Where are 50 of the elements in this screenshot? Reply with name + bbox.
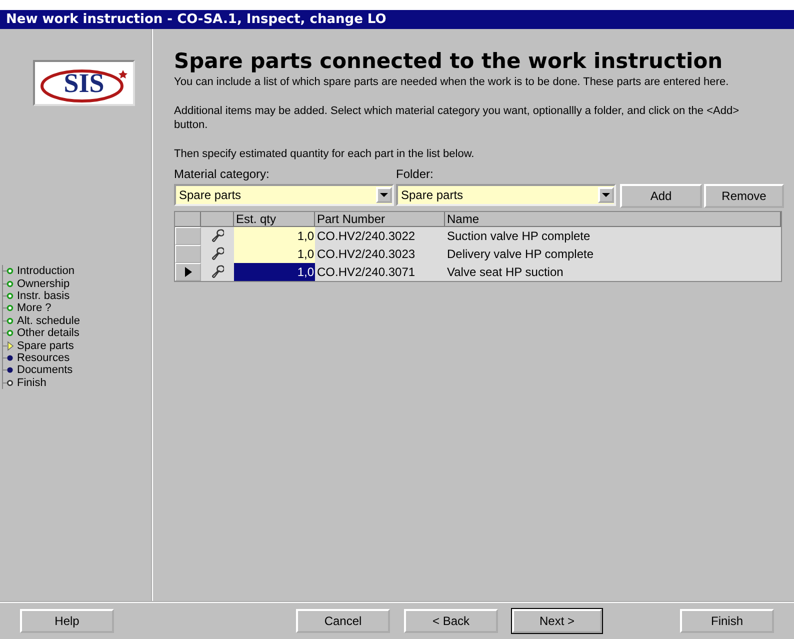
logo: SIS [33,60,135,106]
row-selector[interactable] [175,263,201,281]
wizard-step[interactable]: Finish [17,376,46,389]
table-cell-text: Valve seat HP suction [446,264,564,281]
wizard-button[interactable]: < Back [404,609,498,633]
table-cell-text: CO.HV2/240.3022 [316,228,416,245]
instruction-text: Additional items may be added. Select which material category you want, optionallly a folder, and click on the <Add> button. [174,104,740,132]
table-cell-text: CO.HV2/240.3023 [316,246,416,263]
quantity-cell[interactable]: 1,0 [234,227,315,245]
column-header [201,212,234,227]
column-header [175,212,201,227]
wizard-step[interactable]: Other details [17,327,80,340]
wizard-button[interactable]: Cancel [296,609,390,633]
pointer-icon [184,267,192,277]
wrench-icon [212,247,224,261]
column-header[interactable]: Est. qty [234,212,315,227]
column-header[interactable]: Name [445,212,781,227]
column-header[interactable]: Part Number [315,212,445,227]
wizard-step[interactable]: Documents [17,364,73,376]
wrench-icon [212,265,224,279]
wizard-step[interactable]: More ? [17,302,52,314]
dropdown-button[interactable] [376,187,392,203]
category-dropdown[interactable]: Spare parts [174,184,394,206]
wizard-step[interactable]: Instr. basis [17,290,70,302]
field-label: Folder: [396,167,434,181]
quantity-cell[interactable]: 1,0 [234,245,315,263]
window-title: New work instruction - CO-SA.1, Inspect, change LO [0,10,794,29]
next-button[interactable]: Next > [512,609,602,633]
table-cell-text: CO.HV2/240.3071 [316,264,416,281]
field-label: Material category: [174,167,270,181]
folder-dropdown[interactable]: Spare parts [396,184,616,206]
wizard-step[interactable]: Resources [17,352,70,364]
instruction-text: Then specify estimated quantity for each part in the list below. [174,147,476,161]
table-cell-text: Suction valve HP complete [446,228,592,245]
caret-icon [602,192,610,198]
table-cell-text: Delivery valve HP complete [446,246,595,263]
wizard-step[interactable]: Introduction [17,265,74,278]
add-button[interactable]: Add [620,184,702,208]
wizard-step[interactable]: Ownership [17,278,70,290]
wizard-step[interactable]: Spare parts [17,340,74,352]
wizard-step[interactable]: Alt. schedule [17,314,80,327]
remove-button[interactable]: Remove [704,184,784,208]
quantity-cell[interactable]: 1,0 [234,263,315,281]
caret-icon [380,192,388,198]
wizard-button[interactable]: Help [20,609,114,633]
page-heading: Spare parts connected to the work instruction [174,49,724,73]
dropdown-button[interactable] [598,187,614,203]
wizard-button[interactable]: Finish [680,609,774,633]
wrench-icon [212,229,224,243]
instruction-text: You can include a list of which spare parts are needed when the work is to be done. These parts are entered here. [174,75,730,89]
